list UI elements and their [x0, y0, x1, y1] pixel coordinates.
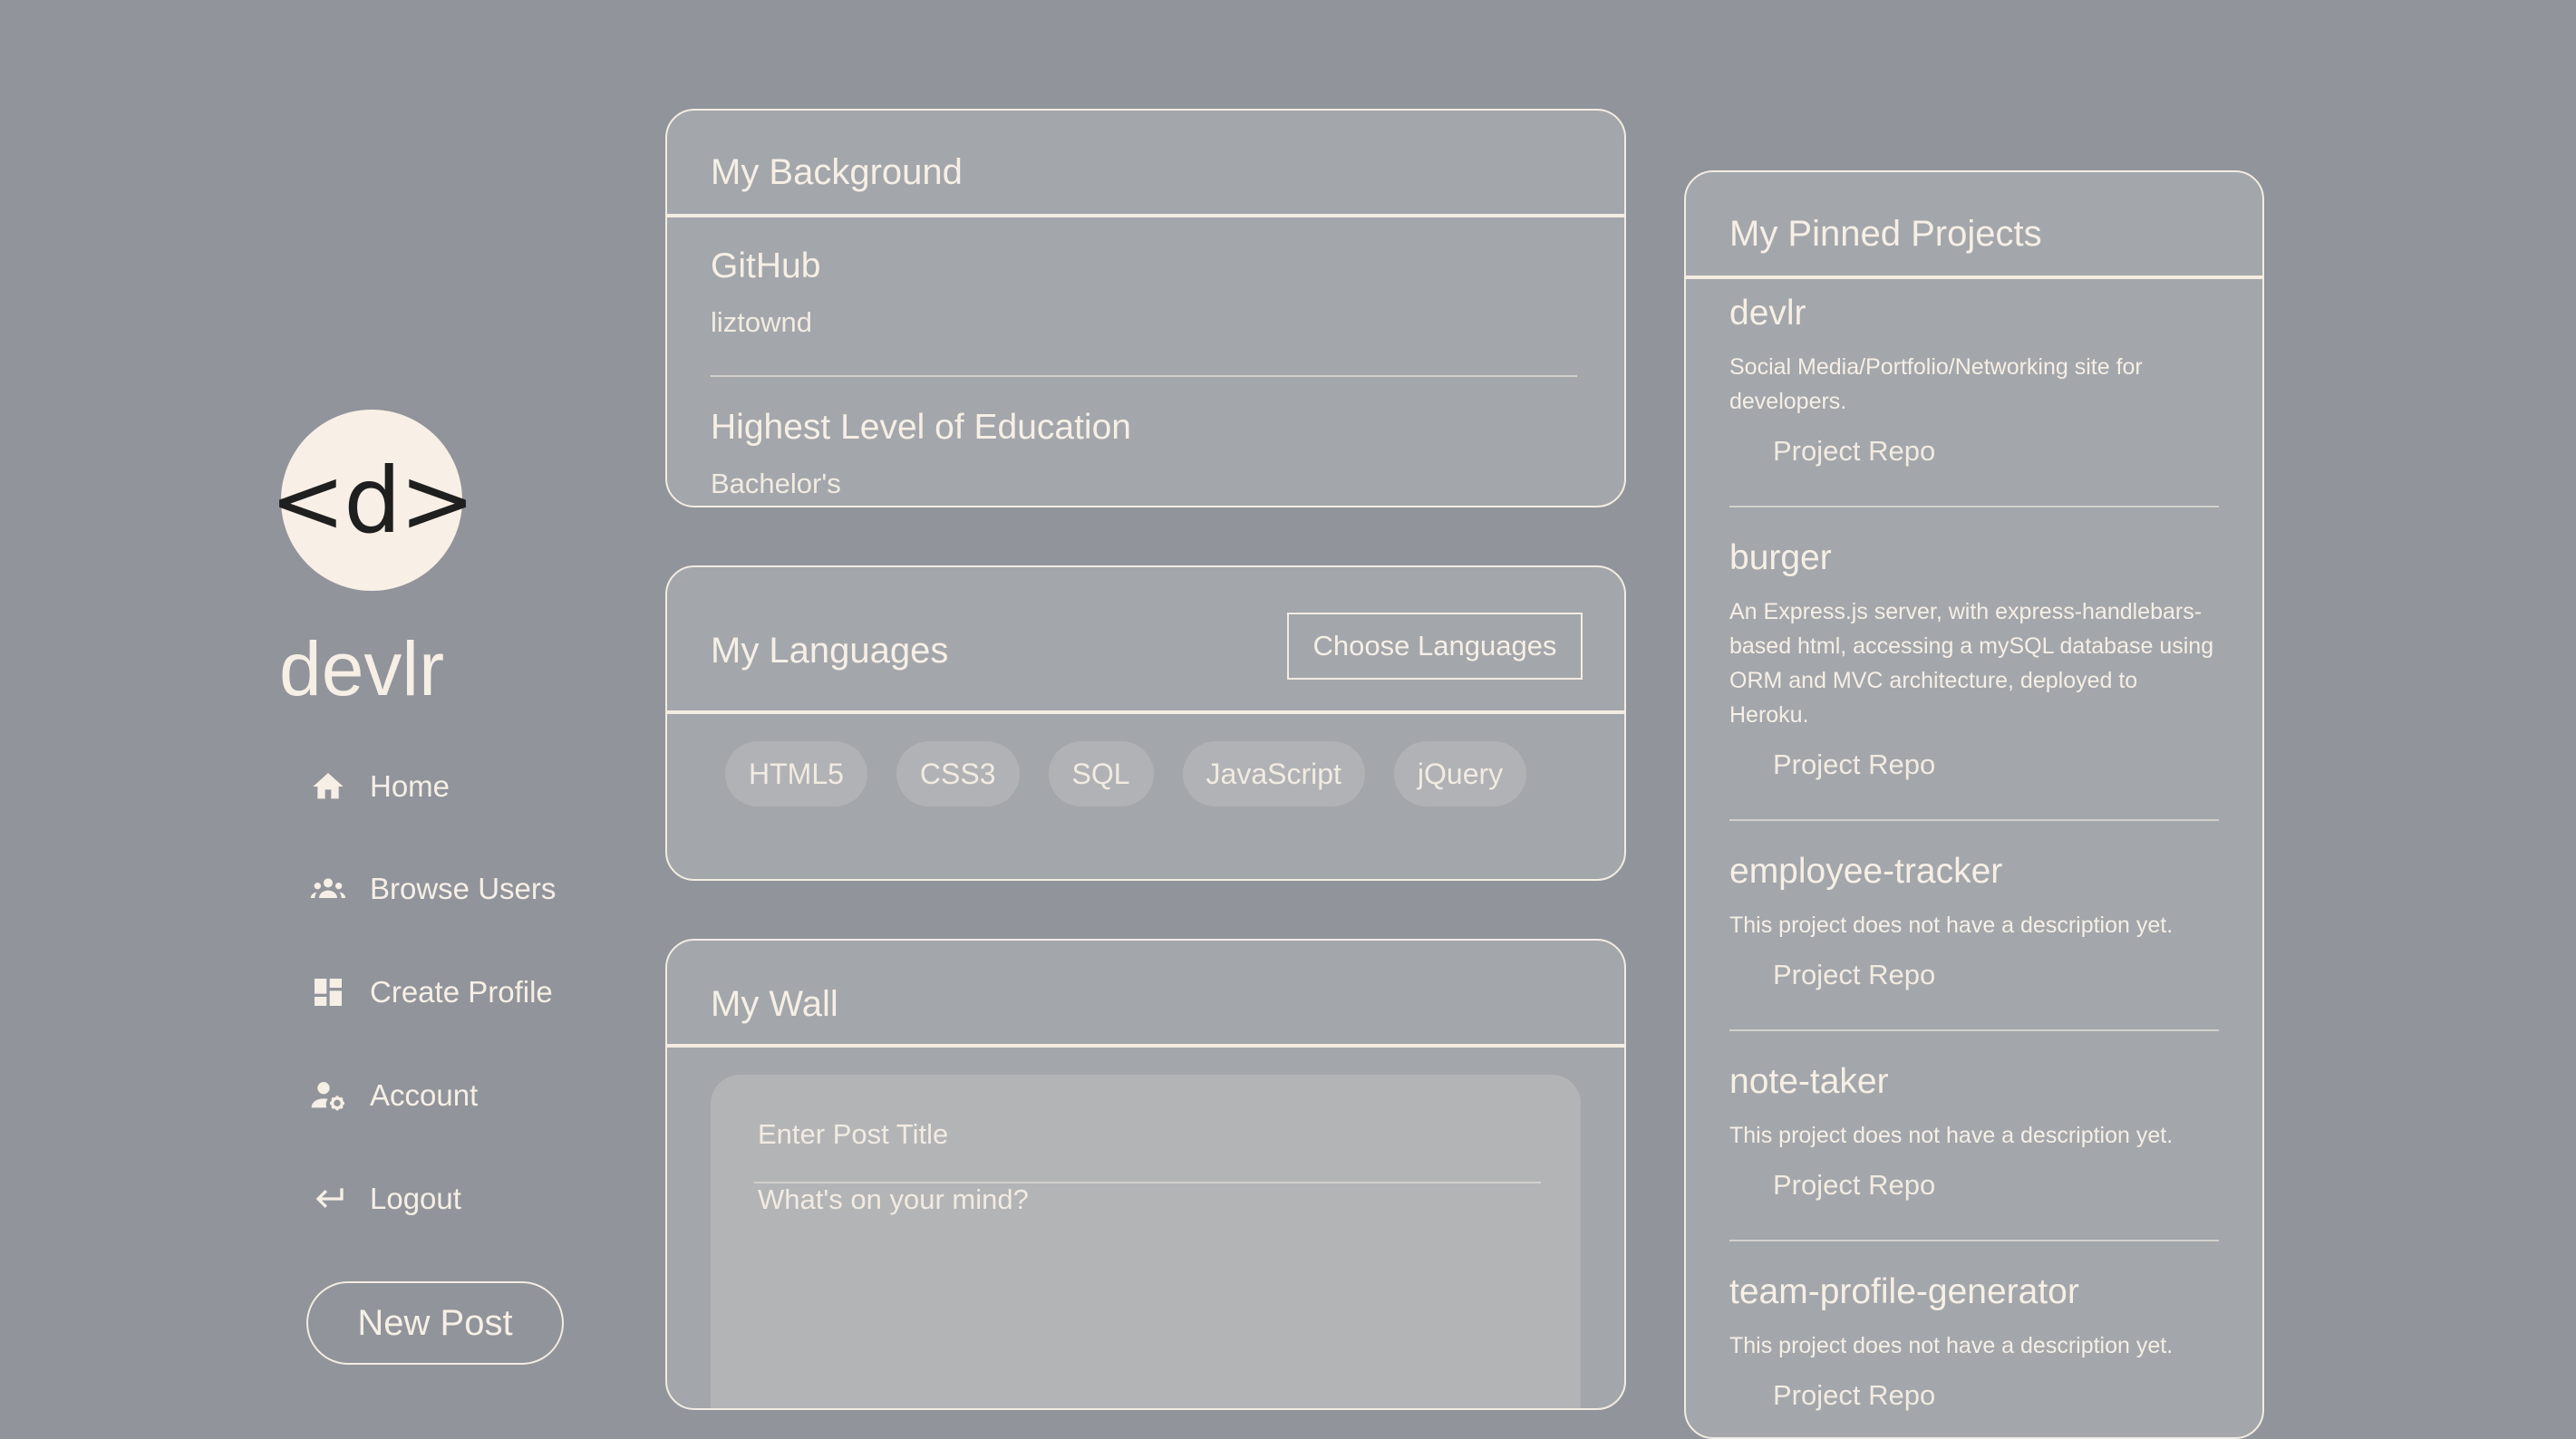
- background-card: My Background GitHub liztownd Highest Le…: [665, 109, 1626, 507]
- divider: [1729, 506, 2219, 507]
- project-repo-link[interactable]: Project Repo: [1773, 748, 1935, 781]
- language-chip: CSS3: [896, 741, 1020, 806]
- project-name: team-profile-generator: [1729, 1272, 2079, 1311]
- github-value: liztownd: [711, 306, 812, 338]
- language-chips: HTML5 CSS3 SQL JavaScript jQuery: [725, 741, 1527, 806]
- sidebar-item-home[interactable]: Home: [308, 759, 450, 814]
- education-label: Highest Level of Education: [711, 408, 1131, 447]
- card-title: My Languages: [711, 631, 949, 671]
- post-body-input[interactable]: [758, 1183, 1537, 1408]
- wall-card: My Wall: [665, 939, 1626, 1410]
- logout-arrow-icon: [308, 1179, 348, 1219]
- sidebar-item-label: Logout: [370, 1182, 461, 1215]
- dashboard-icon: [308, 972, 348, 1012]
- language-chip: SQL: [1048, 741, 1154, 806]
- github-label: GitHub: [711, 246, 821, 285]
- language-chip: jQuery: [1393, 741, 1527, 806]
- project-name: devlr: [1729, 294, 1806, 333]
- divider: [711, 375, 1577, 377]
- project-name: note-taker: [1729, 1062, 1889, 1101]
- card-header: My Wall: [667, 941, 1624, 1048]
- sidebar-item-label: Home: [370, 769, 450, 803]
- sidebar-item-browse-users[interactable]: Browse Users: [308, 862, 556, 916]
- card-title: My Pinned Projects: [1729, 214, 2042, 254]
- logo[interactable]: <d>: [269, 410, 476, 591]
- home-icon: [308, 767, 348, 806]
- project-description: An Express.js server, with express-handl…: [1729, 599, 2214, 728]
- new-post-button[interactable]: New Post: [306, 1281, 564, 1365]
- card-header: My Languages Choose Languages: [667, 567, 1624, 714]
- brand-name: devlr: [279, 626, 445, 711]
- card-title: My Wall: [711, 984, 838, 1024]
- project-repo-link[interactable]: Project Repo: [1773, 1169, 1935, 1202]
- sidebar-item-label: Account: [370, 1078, 479, 1112]
- project-repo-link[interactable]: Project Repo: [1773, 1379, 1935, 1412]
- sidebar-item-logout[interactable]: Logout: [308, 1172, 461, 1226]
- project-description: This project does not have a description…: [1729, 1123, 2174, 1148]
- choose-languages-button[interactable]: Choose Languages: [1287, 613, 1583, 680]
- logo-text: <d>: [269, 447, 475, 554]
- divider: [1729, 1029, 2219, 1031]
- pinned-projects-card: My Pinned Projects devlr Social Media/Po…: [1684, 170, 2264, 1439]
- post-title-input[interactable]: [758, 1111, 1528, 1158]
- languages-card: My Languages Choose Languages HTML5 CSS3…: [665, 565, 1626, 881]
- divider: [1729, 1240, 2219, 1241]
- group-icon: [308, 869, 348, 909]
- language-chip: HTML5: [725, 741, 867, 806]
- card-header: My Pinned Projects: [1686, 172, 2262, 279]
- sidebar-item-create-profile[interactable]: Create Profile: [308, 965, 553, 1019]
- sidebar-item-label: Create Profile: [370, 975, 553, 1009]
- project-description: This project does not have a description…: [1729, 1333, 2174, 1358]
- language-chip: JavaScript: [1182, 741, 1365, 806]
- sidebar-item-account[interactable]: Account: [308, 1068, 478, 1123]
- education-value: Bachelor's: [711, 468, 841, 499]
- project-name: employee-tracker: [1729, 852, 2003, 891]
- sidebar-item-label: Browse Users: [370, 872, 557, 905]
- divider: [1729, 819, 2219, 821]
- post-composer: [711, 1075, 1581, 1408]
- project-name: burger: [1729, 538, 1832, 577]
- user-settings-icon: [308, 1076, 348, 1115]
- project-repo-link[interactable]: Project Repo: [1773, 435, 1935, 468]
- project-description: Social Media/Portfolio/Networking site f…: [1729, 354, 2143, 414]
- project-repo-link[interactable]: Project Repo: [1773, 959, 1935, 991]
- project-description: This project does not have a description…: [1729, 913, 2174, 938]
- card-header: My Background: [667, 111, 1624, 217]
- card-title: My Background: [711, 152, 963, 192]
